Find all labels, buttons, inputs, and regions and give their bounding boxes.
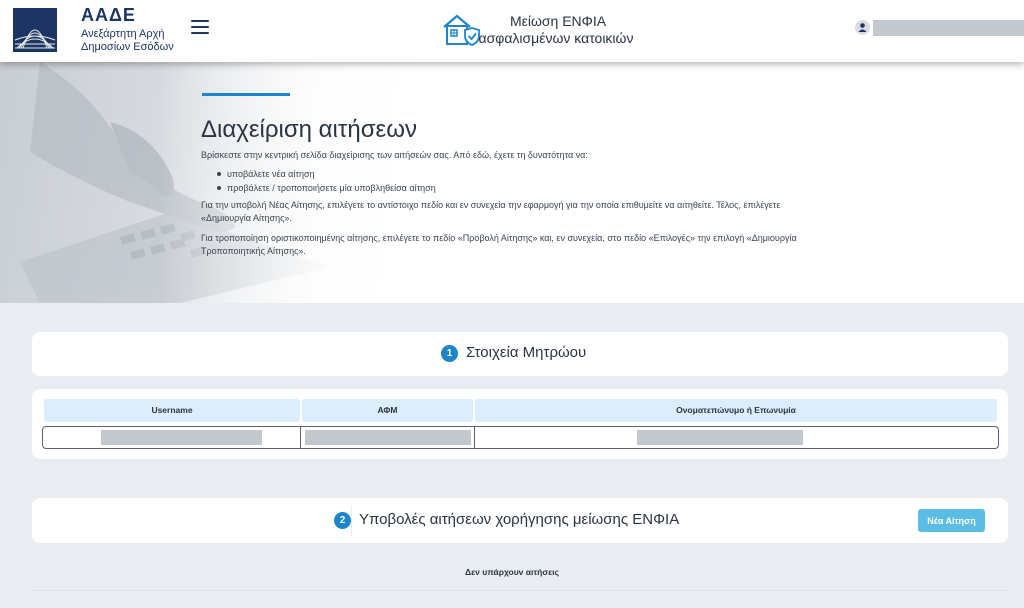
title-accent-bar: [202, 93, 290, 96]
top-header: ΑΑΔΕ Ανεξάρτητη Αρχή Δημοσίων Εσόδων Μεί…: [0, 0, 1024, 62]
step-badge: 1: [441, 345, 458, 362]
hero-banner: Διαχείριση αιτήσεων Βρίσκεστε στην κεντρ…: [0, 62, 1024, 303]
registry-section-header: 1 Στοιχεία Μητρώου: [32, 332, 1008, 376]
aade-logo[interactable]: [13, 8, 57, 52]
column-header-afm: ΑΦΜ: [302, 399, 473, 422]
hero-options-list: υποβάλετε νέα αίτηση προβάλετε / τροποπο…: [217, 167, 436, 195]
list-item: προβάλετε / τροποποιήσετε μία υποβληθείσ…: [217, 181, 436, 195]
hero-modify-request-help: Για τροποποίηση οριστικοποιημένης αίτηση…: [201, 233, 797, 256]
user-icon[interactable]: [855, 20, 870, 35]
section-title: Υποβολές αιτήσεων χορήγησης μείωσης ΕΝΦΙ…: [359, 511, 680, 528]
divider: [32, 590, 1008, 591]
column-header-name: Ονοματεπώνυμο ή Επωνυμία: [475, 399, 997, 422]
org-name-line2: Δημοσίων Εσόδων: [81, 41, 174, 53]
hero-new-request-help: Για την υποβολή Νέας Αίτησης, επιλέγετε …: [201, 200, 781, 223]
column-header-username: Username: [44, 399, 300, 422]
username-redacted: [101, 430, 262, 445]
afm-redacted: [305, 430, 471, 445]
empty-state-message: Δεν υπάρχουν αιτήσεις: [465, 567, 559, 577]
user-name-redacted[interactable]: [873, 20, 1024, 36]
app-subtitle: ασφαλισμένων κατοικιών: [478, 30, 634, 46]
page-title: Διαχείριση αιτήσεων: [201, 116, 417, 143]
list-item: υποβάλετε νέα αίτηση: [217, 167, 436, 181]
app-title: Μείωση ΕΝΦΙΑ: [509, 13, 607, 29]
hamburger-icon[interactable]: [191, 20, 209, 36]
org-abbreviation: ΑΑΔΕ: [81, 5, 136, 25]
name-redacted: [637, 430, 803, 445]
requests-section-header: 2 Υποβολές αιτήσεων χορήγησης μείωσης ΕΝ…: [32, 498, 1008, 543]
org-name-line1: Ανεξάρτητη Αρχή: [81, 28, 165, 40]
table-row: [42, 426, 999, 449]
step-badge: 2: [334, 512, 351, 529]
registry-table: Username ΑΦΜ Ονοματεπώνυμο ή Επωνυμία: [32, 389, 1008, 459]
hero-intro: Βρίσκεστε στην κεντρική σελίδα διαχείρισ…: [201, 150, 588, 160]
section-title: Στοιχεία Μητρώου: [466, 344, 587, 361]
new-request-button[interactable]: Νέα Αίτηση: [918, 509, 985, 532]
